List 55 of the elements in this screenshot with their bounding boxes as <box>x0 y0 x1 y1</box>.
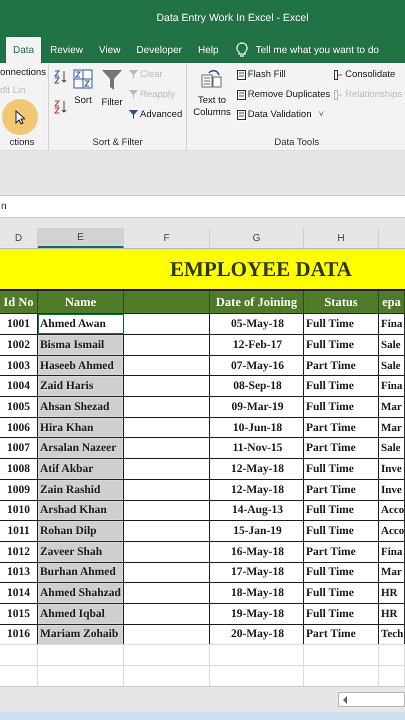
table-cell[interactable]: Bisma Ismail <box>38 335 124 355</box>
table-cell[interactable]: Hira Khan <box>38 418 124 438</box>
table-cell[interactable]: Rohan Dilp <box>38 521 124 541</box>
sort-icon <box>73 69 93 90</box>
table-link-icon <box>334 90 344 100</box>
text-columns-icon <box>201 69 224 90</box>
formula-bar[interactable]: n <box>0 195 405 218</box>
sort-descending-icon[interactable] <box>53 99 67 116</box>
ribbon-command[interactable]: onnections <box>0 67 44 78</box>
ribbon-command[interactable]: Data Validation ˅ <box>236 109 330 120</box>
table-cell[interactable]: Mariam Zohaib <box>38 624 124 644</box>
table-cell[interactable]: Zaveer Shah <box>38 542 124 562</box>
ribbon-command[interactable]: Consolidate <box>334 69 402 80</box>
window-title: Data Entry Work In Excel - Excel <box>156 12 309 24</box>
sheet-title: EMPLOYEE DATA <box>170 256 352 282</box>
lightbulb-icon <box>236 42 248 58</box>
sort-ascending-icon[interactable] <box>53 69 67 86</box>
filter-button[interactable]: Filter <box>99 67 125 120</box>
filter-icon <box>129 110 138 120</box>
scroll-left-icon[interactable] <box>342 696 348 704</box>
text-to-columns-button[interactable]: Text to Columns <box>191 67 233 120</box>
ribbon-tab[interactable]: Data <box>6 37 42 64</box>
group-label: Sort & Filter <box>92 136 144 148</box>
sort-button[interactable]: Sort <box>71 67 95 120</box>
cursor-icon <box>15 110 25 125</box>
table-cell[interactable]: Ahmed Awan <box>38 314 124 334</box>
table-cell[interactable]: Ahmed Iqbal <box>38 604 124 624</box>
ribbon-tab[interactable]: Developer <box>129 37 190 64</box>
table-cell[interactable]: Zain Rashid <box>38 480 124 500</box>
ribbon-command[interactable]: Remove Duplicates <box>236 89 330 100</box>
group-label: ctions <box>8 136 36 148</box>
table-link-icon <box>334 70 344 80</box>
table-cell[interactable]: Haseeb Ahmed <box>38 356 124 376</box>
document-icon <box>236 110 246 120</box>
table-cell[interactable]: Ahsan Shezad <box>38 397 124 417</box>
table-cell[interactable]: Atif Akbar <box>38 459 124 479</box>
ribbon-tab[interactable]: Help <box>191 37 226 64</box>
ribbon-tab[interactable]: View <box>92 37 128 64</box>
horizontal-scrollbar[interactable] <box>338 692 405 708</box>
table-cell[interactable]: Arshad Khan <box>38 500 124 520</box>
filter-icon <box>129 90 138 100</box>
group-label: Data Tools <box>273 136 320 148</box>
table-cell[interactable]: Ahmed Shahzad <box>38 583 124 603</box>
filter-icon <box>101 69 123 92</box>
filter-icon <box>129 70 138 80</box>
table-cell[interactable]: Zaid Haris <box>38 376 124 396</box>
ribbon-tab[interactable]: Review <box>43 37 90 64</box>
ribbon-command[interactable]: Advanced <box>129 109 182 120</box>
table-cell[interactable]: Arsalan Nazeer <box>38 438 124 458</box>
document-icon <box>236 70 246 80</box>
table-cell[interactable]: Burhan Ahmed <box>38 562 124 582</box>
tell-me-field[interactable]: Tell me what you want to do <box>256 37 379 64</box>
ribbon-command[interactable]: Flash Fill <box>236 69 330 80</box>
document-icon <box>236 90 246 100</box>
column-header[interactable]: E <box>38 228 124 248</box>
